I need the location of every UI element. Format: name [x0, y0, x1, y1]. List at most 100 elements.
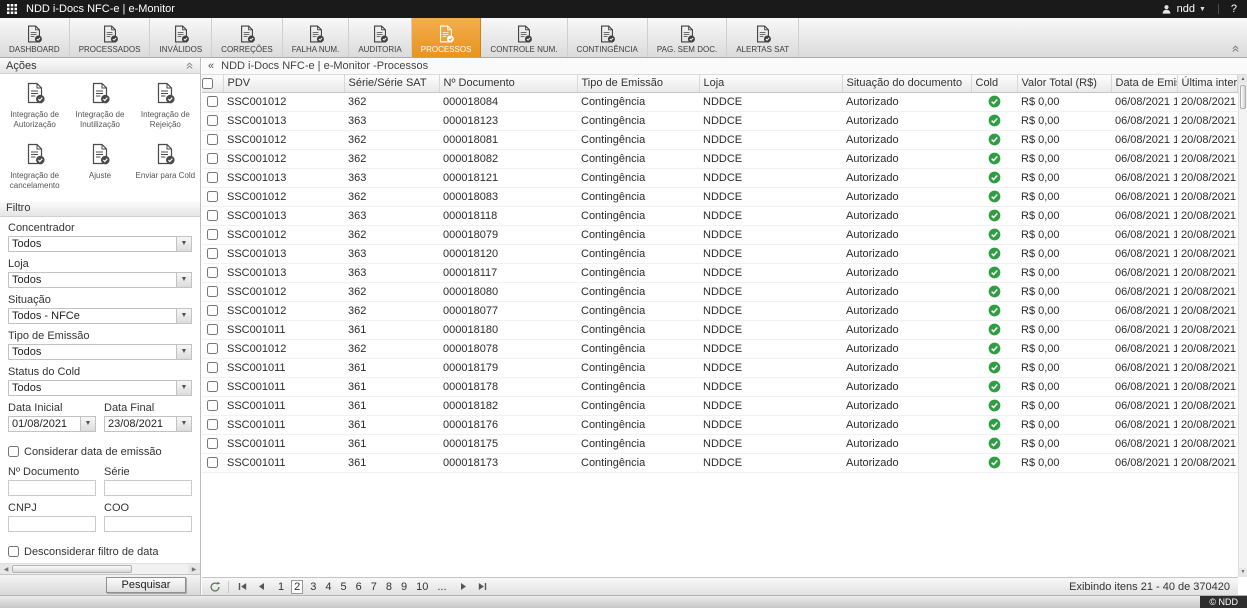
column-header[interactable]: Última interação [1177, 75, 1238, 92]
serie-input[interactable] [104, 480, 192, 496]
panel-collapse-icon[interactable] [185, 61, 194, 70]
scroll-left-icon[interactable]: ◀ [0, 564, 12, 575]
row-checkbox[interactable] [207, 381, 218, 392]
prev-page-icon[interactable] [253, 580, 269, 594]
help-button[interactable]: ? [1231, 3, 1237, 15]
table-row[interactable]: SSC001011 361 000018179 Contingência NDD… [202, 358, 1238, 377]
ribbon-collapse-icon[interactable] [1231, 44, 1240, 53]
data-final-input[interactable] [105, 417, 176, 431]
apps-grid-icon[interactable] [7, 4, 17, 14]
row-checkbox[interactable] [207, 96, 218, 107]
column-header[interactable]: Loja [699, 75, 842, 92]
ribbon-tab[interactable]: ALERTAS SAT [727, 18, 799, 57]
table-row[interactable]: SSC001013 363 000018121 Contingência NDD… [202, 168, 1238, 187]
row-checkbox[interactable] [207, 115, 218, 126]
row-checkbox[interactable] [207, 400, 218, 411]
column-header[interactable]: Tipo de Emissão [577, 75, 699, 92]
refresh-icon[interactable] [207, 580, 223, 594]
considerar-emissao-label[interactable]: Considerar data de emissão [24, 446, 162, 458]
row-checkbox[interactable] [207, 267, 218, 278]
table-row[interactable]: SSC001012 362 000018080 Contingência NDD… [202, 282, 1238, 301]
ribbon-tab[interactable]: CORREÇÕES [212, 18, 283, 57]
select-all-checkbox[interactable] [202, 78, 213, 89]
situacao-select[interactable] [9, 309, 176, 323]
action-button[interactable]: Enviar para Cold [133, 140, 198, 194]
ribbon-tab[interactable]: CONTROLE NUM. [481, 18, 567, 57]
num-documento-input[interactable] [8, 480, 96, 496]
page-button[interactable]: 6 [354, 581, 364, 593]
row-checkbox[interactable] [207, 172, 218, 183]
status-cold-select[interactable] [9, 381, 176, 395]
row-checkbox[interactable] [207, 134, 218, 145]
row-checkbox[interactable] [207, 324, 218, 335]
tipo-emissao-select[interactable] [9, 345, 176, 359]
column-header[interactable]: Cold [971, 75, 1017, 92]
vertical-scrollbar[interactable]: ▲ ▼ [1238, 75, 1247, 577]
page-button[interactable]: 9 [399, 581, 409, 593]
column-header[interactable]: Situação do documento [842, 75, 971, 92]
chevron-down-icon[interactable]: ▼ [176, 309, 191, 323]
scroll-up-icon[interactable]: ▲ [1239, 75, 1247, 84]
action-button[interactable]: Ajuste [67, 140, 132, 194]
row-checkbox[interactable] [207, 305, 218, 316]
data-inicial-input[interactable] [9, 417, 80, 431]
column-header[interactable]: PDV [223, 75, 344, 92]
ribbon-tab[interactable]: CONTINGÊNCIA [568, 18, 648, 57]
sidebar-horizontal-scrollbar[interactable]: ◀ ▶ [0, 563, 200, 574]
row-checkbox[interactable] [207, 153, 218, 164]
chevron-down-icon[interactable]: ▼ [176, 237, 191, 251]
table-row[interactable]: SSC001013 363 000018118 Contingência NDD… [202, 206, 1238, 225]
scrollbar-thumb[interactable] [1240, 85, 1246, 109]
scrollbar-track[interactable] [12, 564, 188, 574]
ribbon-tab[interactable]: AUDITORIA [349, 18, 411, 57]
pesquisar-button[interactable]: Pesquisar [106, 577, 186, 593]
chevron-down-icon[interactable]: ▼ [80, 417, 95, 431]
loja-select[interactable] [9, 273, 176, 287]
considerar-emissao-checkbox[interactable] [8, 446, 19, 457]
row-checkbox[interactable] [207, 457, 218, 468]
table-row[interactable]: SSC001012 362 000018079 Contingência NDD… [202, 225, 1238, 244]
first-page-icon[interactable] [234, 580, 250, 594]
table-row[interactable]: SSC001012 362 000018077 Contingência NDD… [202, 301, 1238, 320]
row-checkbox[interactable] [207, 191, 218, 202]
table-row[interactable]: SSC001011 361 000018175 Contingência NDD… [202, 434, 1238, 453]
scroll-right-icon[interactable]: ▶ [188, 564, 200, 575]
ribbon-tab[interactable]: DASHBOARD [0, 18, 70, 57]
row-checkbox[interactable] [207, 419, 218, 430]
row-checkbox[interactable] [207, 438, 218, 449]
page-button[interactable]: 3 [308, 581, 318, 593]
page-button[interactable]: 8 [384, 581, 394, 593]
row-checkbox[interactable] [207, 210, 218, 221]
scroll-down-icon[interactable]: ▼ [1239, 568, 1247, 577]
table-row[interactable]: SSC001013 363 000018120 Contingência NDD… [202, 244, 1238, 263]
table-row[interactable]: SSC001013 363 000018123 Contingência NDD… [202, 111, 1238, 130]
scrollbar-thumb[interactable] [12, 565, 132, 573]
row-checkbox[interactable] [207, 286, 218, 297]
chevron-down-icon[interactable]: ▼ [176, 417, 191, 431]
coo-input[interactable] [104, 516, 192, 532]
table-row[interactable]: SSC001013 363 000018117 Contingência NDD… [202, 263, 1238, 282]
ribbon-tab[interactable]: FALHA NUM. [283, 18, 350, 57]
page-button[interactable]: 7 [369, 581, 379, 593]
page-button[interactable]: 4 [323, 581, 333, 593]
user-menu[interactable]: ndd ▼ [1177, 3, 1206, 15]
table-row[interactable]: SSC001011 361 000018180 Contingência NDD… [202, 320, 1238, 339]
page-button[interactable]: 1 [276, 581, 286, 593]
action-button[interactable]: Integração de Inutilização [67, 79, 132, 133]
ribbon-tab[interactable]: PAG. SEM DOC. [648, 18, 727, 57]
table-row[interactable]: SSC001012 362 000018083 Contingência NDD… [202, 187, 1238, 206]
last-page-icon[interactable] [475, 580, 491, 594]
chevron-down-icon[interactable]: ▼ [176, 273, 191, 287]
chevron-down-icon[interactable]: ▼ [176, 345, 191, 359]
row-checkbox[interactable] [207, 248, 218, 259]
column-header[interactable]: Data de Emissão [1111, 75, 1177, 92]
table-row[interactable]: SSC001012 362 000018082 Contingência NDD… [202, 149, 1238, 168]
column-header[interactable]: Valor Total (R$) [1017, 75, 1111, 92]
page-button[interactable]: ... [435, 581, 448, 593]
action-button[interactable]: Integração de cancelamento [2, 140, 67, 194]
chevron-down-icon[interactable]: ▼ [176, 381, 191, 395]
sidebar-collapse-icon[interactable]: « [208, 61, 214, 72]
action-button[interactable]: Integração de Rejeição [133, 79, 198, 133]
desconsiderar-data-checkbox[interactable] [8, 546, 19, 557]
table-row[interactable]: SSC001011 361 000018182 Contingência NDD… [202, 396, 1238, 415]
